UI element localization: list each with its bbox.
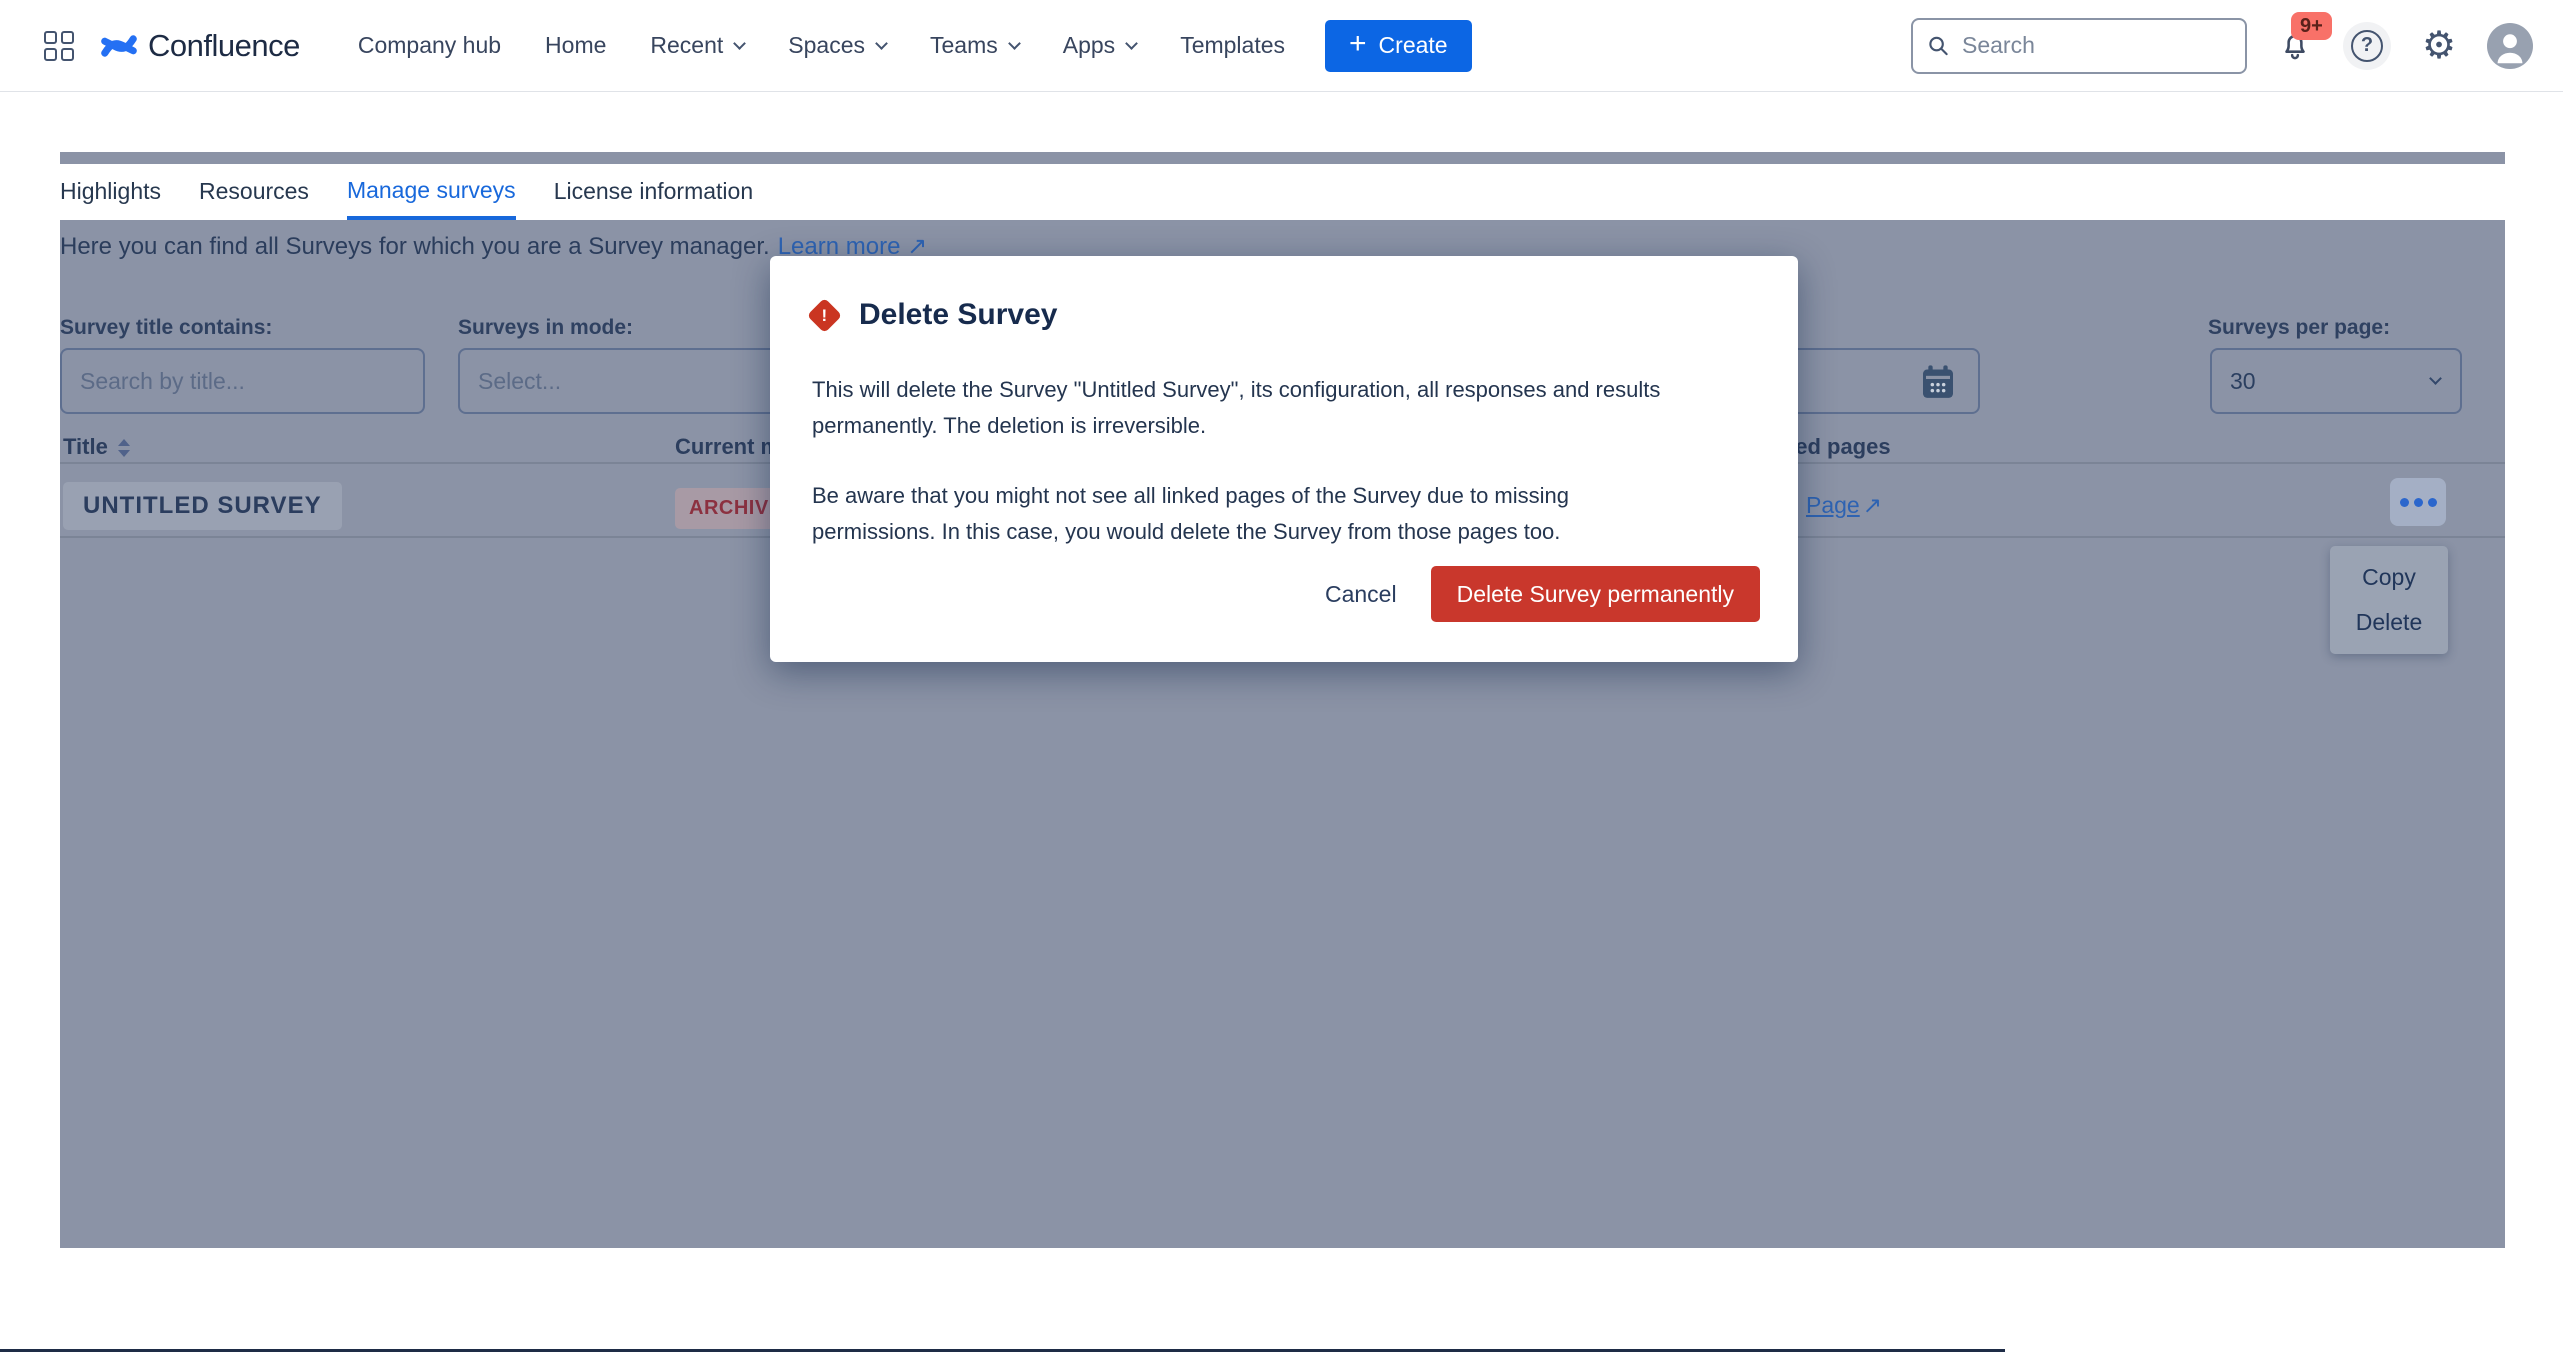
chevron-down-icon bbox=[1008, 37, 1021, 50]
gear-icon: ⚙ bbox=[2422, 27, 2456, 65]
linked-page-link[interactable]: Page↗ bbox=[1806, 492, 1882, 519]
chevron-down-icon bbox=[733, 37, 746, 50]
external-link-icon: ↗ bbox=[1863, 492, 1882, 519]
page-tabs: Highlights Resources Manage surveys Lice… bbox=[60, 164, 753, 220]
chevron-down-icon bbox=[1125, 37, 1138, 50]
chevron-down-icon bbox=[875, 37, 888, 50]
title-filter-label: Survey title contains: bbox=[60, 316, 272, 340]
top-navigation: Confluence Company hub Home Recent Space… bbox=[0, 0, 2563, 92]
nav-item-apps[interactable]: Apps bbox=[1063, 32, 1136, 59]
menu-item-copy[interactable]: Copy bbox=[2362, 564, 2416, 591]
nav-item-spaces[interactable]: Spaces bbox=[788, 32, 886, 59]
nav-item-home[interactable]: Home bbox=[545, 32, 606, 59]
title-filter-input[interactable] bbox=[80, 368, 405, 395]
help-button[interactable]: ? bbox=[2343, 22, 2391, 70]
plus-icon: + bbox=[1349, 29, 1367, 59]
nav-item-recent[interactable]: Recent bbox=[650, 32, 744, 59]
nav-item-teams[interactable]: Teams bbox=[930, 32, 1019, 59]
modal-title: Delete Survey bbox=[859, 298, 1057, 332]
search-box[interactable] bbox=[1911, 18, 2247, 74]
survey-title-badge: UNTITLED SURVEY bbox=[63, 482, 342, 530]
notification-badge: 9+ bbox=[2291, 12, 2332, 40]
calendar-icon bbox=[1918, 362, 1958, 402]
tab-resources[interactable]: Resources bbox=[199, 164, 309, 220]
tab-license-information[interactable]: License information bbox=[554, 164, 753, 220]
nav-item-templates[interactable]: Templates bbox=[1180, 32, 1285, 59]
person-icon bbox=[2487, 23, 2533, 69]
delete-survey-modal: ! Delete Survey This will delete the Sur… bbox=[770, 256, 1798, 662]
tab-manage-surveys[interactable]: Manage surveys bbox=[347, 164, 516, 220]
tab-highlights[interactable]: Highlights bbox=[60, 164, 161, 220]
search-icon bbox=[1927, 33, 1950, 59]
confluence-logo[interactable]: Confluence bbox=[100, 27, 300, 65]
mode-filter-label: Surveys in mode: bbox=[458, 316, 633, 340]
nav-menu: Company hub Home Recent Spaces Teams App… bbox=[358, 32, 1285, 59]
per-page-label: Surveys per page: bbox=[2208, 316, 2390, 340]
warning-icon: ! bbox=[807, 297, 842, 332]
settings-button[interactable]: ⚙ bbox=[2415, 22, 2463, 70]
avatar[interactable] bbox=[2487, 23, 2533, 69]
app-switcher-icon[interactable] bbox=[44, 31, 74, 61]
notifications-button[interactable]: 9+ bbox=[2271, 22, 2319, 70]
per-page-select[interactable]: 30 bbox=[2210, 348, 2462, 414]
chevron-down-icon bbox=[2429, 372, 2442, 385]
title-filter-field[interactable] bbox=[60, 348, 425, 414]
row-actions-menu: Copy Delete bbox=[2330, 546, 2448, 654]
modal-paragraph-1: This will delete the Survey "Untitled Su… bbox=[812, 372, 1762, 444]
menu-item-delete[interactable]: Delete bbox=[2356, 609, 2422, 636]
row-actions-button[interactable] bbox=[2390, 478, 2446, 526]
modal-paragraph-2: Be aware that you might not see all link… bbox=[812, 478, 1642, 550]
create-button[interactable]: + Create bbox=[1325, 20, 1472, 72]
nav-item-company-hub[interactable]: Company hub bbox=[358, 32, 501, 59]
column-header-title[interactable]: Title bbox=[63, 434, 130, 460]
question-icon: ? bbox=[2351, 30, 2383, 62]
nav-right-cluster: 9+ ? ⚙ bbox=[1911, 18, 2533, 74]
app-title: Confluence bbox=[148, 28, 300, 64]
dimmed-top-strip bbox=[60, 152, 2505, 164]
confluence-mark-icon bbox=[100, 27, 138, 65]
search-input[interactable] bbox=[1962, 32, 2231, 59]
delete-permanently-button[interactable]: Delete Survey permanently bbox=[1431, 566, 1760, 622]
cancel-button[interactable]: Cancel bbox=[1325, 581, 1397, 608]
sort-icon bbox=[118, 439, 130, 457]
